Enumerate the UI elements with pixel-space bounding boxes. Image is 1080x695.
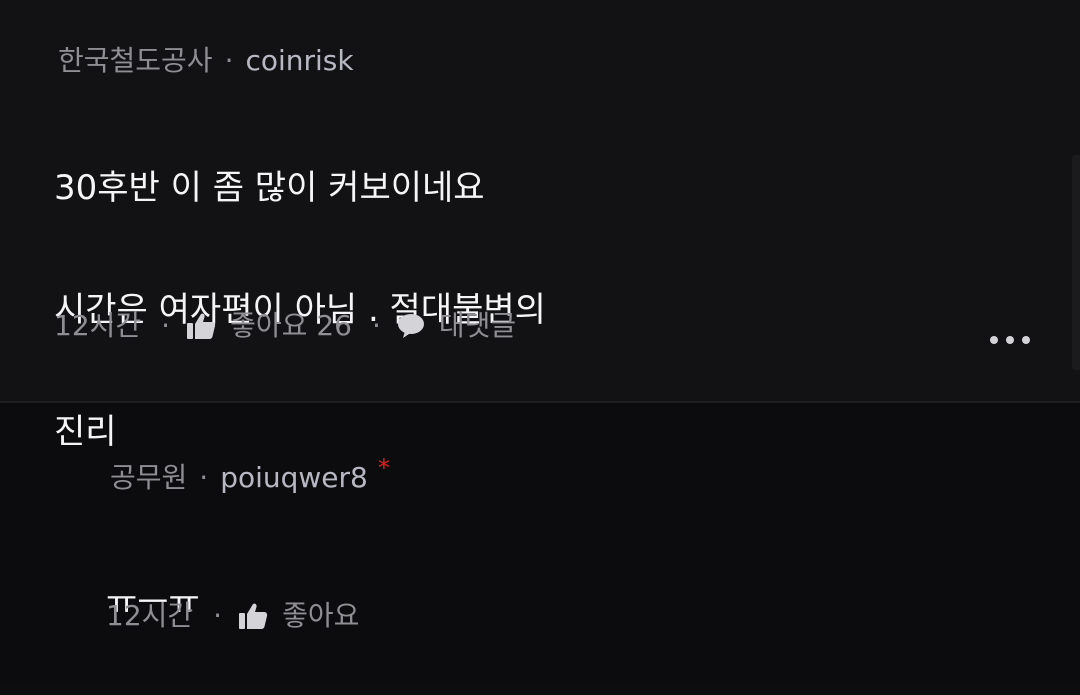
more-options-button[interactable] xyxy=(990,328,1030,352)
comment-time: 12시간 xyxy=(54,309,142,342)
reply-author-nickname[interactable]: poiuqwer8 xyxy=(220,464,368,492)
author-affiliation: 한국철도공사 xyxy=(58,44,213,77)
more-dots-icon xyxy=(990,336,998,344)
reply-label: 대댓글 xyxy=(438,309,517,342)
more-dots-icon xyxy=(1022,336,1030,344)
reply-author-affiliation: 공무원 xyxy=(110,461,188,494)
author-nickname[interactable]: coinrisk xyxy=(245,47,353,75)
header-separator: · xyxy=(199,461,209,494)
header-separator: · xyxy=(224,44,234,77)
author-mark: * xyxy=(377,454,390,482)
thumbs-up-icon xyxy=(239,603,268,629)
comment-actions: 12시간 · 좋아요 26 · 대댓글 xyxy=(54,312,516,340)
reply-actions: 12시간 · 좋아요 xyxy=(106,602,359,630)
action-separator: · xyxy=(213,599,223,632)
speech-bubble-icon xyxy=(397,314,424,338)
like-label: 좋아요 xyxy=(282,599,360,632)
comment-line: 진리 xyxy=(54,412,117,452)
action-separator: · xyxy=(161,309,171,342)
more-dots-icon xyxy=(1006,336,1014,344)
reply-like-button[interactable]: 좋아요 xyxy=(238,602,359,630)
thumbs-up-icon xyxy=(187,313,216,339)
like-button[interactable]: 좋아요 26 xyxy=(186,312,352,340)
reply-button[interactable]: 대댓글 xyxy=(397,312,516,340)
action-separator: · xyxy=(371,309,381,342)
reply-header: 공무원 · poiuqwer8 * xyxy=(110,456,390,494)
reply-time: 12시간 xyxy=(106,599,194,632)
scroll-edge xyxy=(1072,155,1080,370)
comment-line: 30후반 이 좀 많이 커보이네요 xyxy=(54,168,485,208)
comment-header: 한국철도공사 · coinrisk xyxy=(58,47,354,75)
like-count: 26 xyxy=(316,309,352,342)
like-label: 좋아요 xyxy=(230,309,308,342)
